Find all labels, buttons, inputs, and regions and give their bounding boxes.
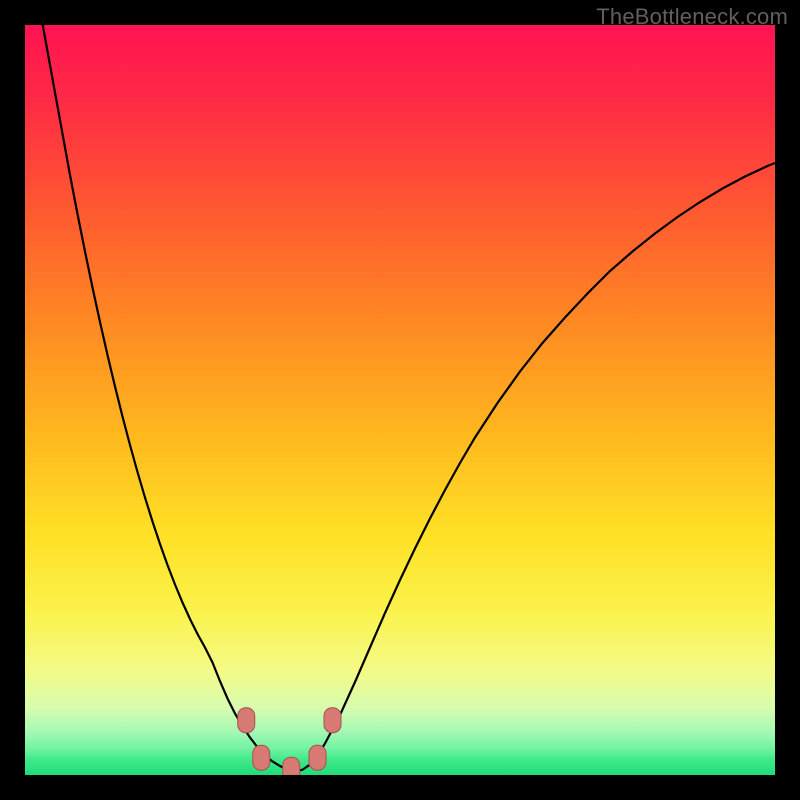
chart-frame: TheBottleneck.com	[0, 0, 800, 800]
curve-marker	[238, 708, 255, 733]
chart-svg	[25, 25, 775, 775]
curve-marker	[309, 745, 326, 770]
curve-marker	[253, 745, 270, 770]
watermark-text: TheBottleneck.com	[596, 4, 788, 30]
gradient-background	[25, 25, 775, 775]
curve-marker	[283, 757, 300, 775]
chart-plot-area	[25, 25, 775, 775]
curve-marker	[324, 708, 341, 733]
